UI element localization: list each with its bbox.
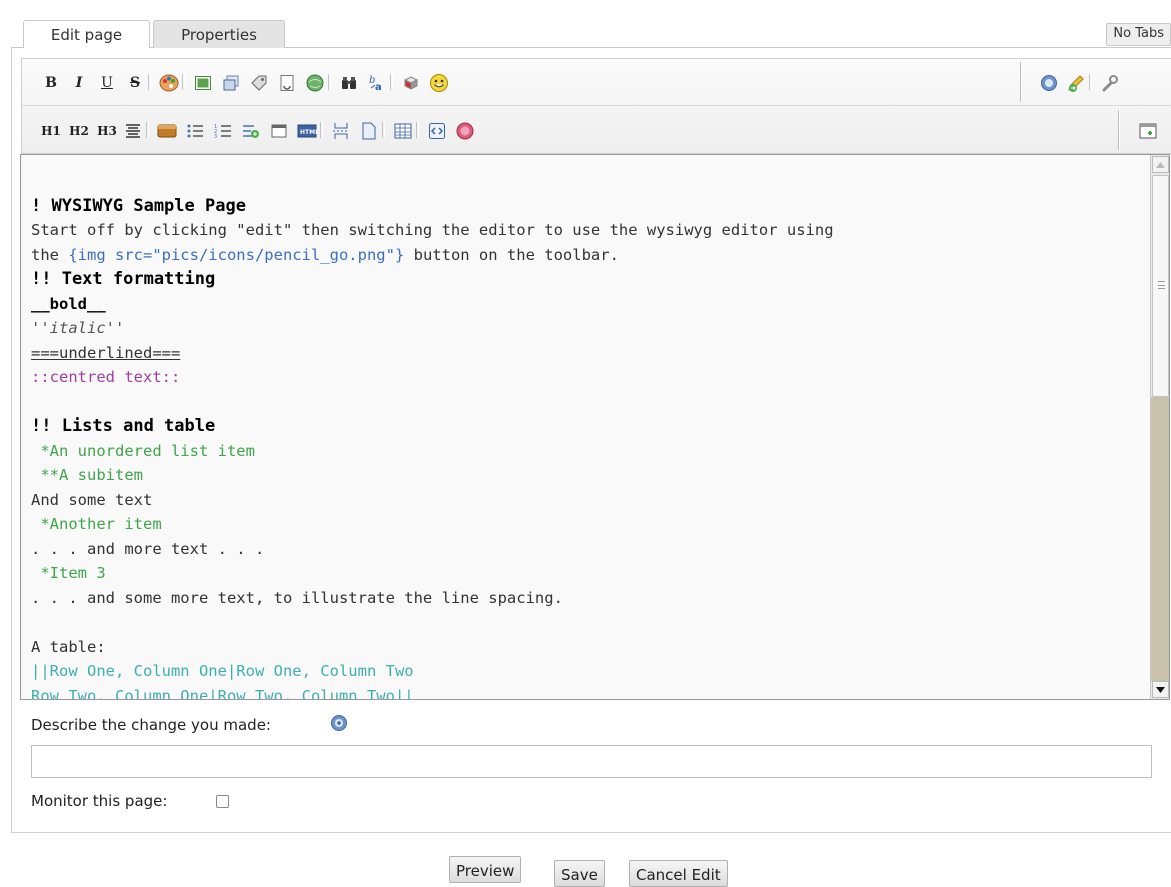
- editor-scrollbar[interactable]: [1150, 155, 1169, 699]
- tab-properties[interactable]: Properties: [153, 20, 285, 48]
- editor-line: __bold__: [31, 294, 106, 313]
- toolbar-row-2: H1 H2 H3 123 HTML: [22, 110, 1171, 150]
- toolbar-separator: [390, 74, 393, 90]
- svg-text:3: 3: [214, 134, 217, 139]
- toolbar-row-divider: [22, 105, 1171, 106]
- monitor-page-checkbox[interactable]: [216, 795, 229, 808]
- scroll-grip-icon: [1158, 281, 1165, 289]
- help-icon[interactable]: [1038, 72, 1060, 94]
- definition-list-icon[interactable]: [240, 120, 262, 142]
- describe-change-label: Describe the change you made:: [31, 716, 271, 734]
- scroll-down-button[interactable]: [1152, 681, 1169, 698]
- svg-text:HTML: HTML: [300, 129, 317, 136]
- heading3-button[interactable]: H3: [94, 120, 120, 142]
- editor-line: **A subitem: [31, 466, 143, 484]
- color-palette-icon[interactable]: [158, 72, 180, 94]
- editor-line: !! Text formatting: [31, 269, 216, 289]
- editor-line-link: {img src="pics/icons/pencil_go.png"}: [68, 245, 405, 264]
- scroll-thumb[interactable]: [1152, 175, 1169, 397]
- bullet-list-icon[interactable]: [184, 120, 206, 142]
- editor-line: *Item 3: [31, 564, 106, 582]
- toolbar-separator: [382, 122, 385, 138]
- toolbar-separator: [146, 122, 149, 138]
- wiki-text-editor[interactable]: ! WYSIWYG Sample Page Start off by click…: [20, 154, 1170, 700]
- editor-line: ! WYSIWYG Sample Page: [31, 195, 246, 216]
- toolbar-row-1: B I U S b a: [22, 62, 1171, 102]
- editor-line: *Another item: [31, 515, 162, 533]
- html-icon[interactable]: HTML: [296, 120, 318, 142]
- svg-text:a: a: [375, 82, 382, 92]
- editor-content[interactable]: ! WYSIWYG Sample Page Start off by click…: [31, 169, 1141, 700]
- dice-icon[interactable]: [400, 72, 422, 94]
- italic-button[interactable]: I: [68, 72, 90, 94]
- tab-edit-page[interactable]: Edit page: [23, 20, 150, 49]
- plugin-code-icon[interactable]: [426, 120, 448, 142]
- toolbar-separator: [148, 74, 151, 90]
- editor-line: button on the toolbar.: [404, 245, 619, 264]
- editor-line: ''italic'': [31, 319, 125, 337]
- toolbar-separator: [416, 122, 419, 138]
- wrench-icon[interactable]: [1099, 72, 1121, 94]
- maximize-icon[interactable]: [1137, 120, 1159, 142]
- toolbar-separator: [328, 74, 331, 90]
- box-icon[interactable]: [156, 120, 178, 142]
- arrow-up-icon: [1156, 161, 1165, 168]
- cancel-red-icon[interactable]: [454, 120, 476, 142]
- gallery-icon[interactable]: [220, 72, 242, 94]
- image-icon[interactable]: [192, 72, 214, 94]
- editor-toolbar: B I U S b a H1 H2 H3 1 2 3 HTM: [21, 58, 1171, 154]
- editor-line: ||Row One, Column One|Row One, Column Tw…: [31, 662, 414, 680]
- editor-line: !! Lists and table: [31, 416, 216, 436]
- table-icon[interactable]: [392, 120, 414, 142]
- tag-icon[interactable]: [248, 72, 270, 94]
- describe-change-input[interactable]: [31, 745, 1152, 778]
- editor-line: A table:: [31, 637, 106, 656]
- monitor-page-label: Monitor this page:: [31, 792, 168, 810]
- smiley-icon[interactable]: [428, 72, 450, 94]
- editor-line: And some text: [31, 490, 153, 509]
- find-binoculars-icon[interactable]: [338, 72, 360, 94]
- editor-line: the: [31, 245, 69, 264]
- toolbar-separator: [182, 74, 185, 90]
- scroll-up-button[interactable]: [1152, 156, 1169, 173]
- arrow-down-icon: [1156, 686, 1165, 693]
- editor-line: Start off by clicking "edit" then switch…: [31, 221, 834, 239]
- editor-line: *An unordered list item: [31, 441, 255, 460]
- help-icon[interactable]: [330, 714, 348, 736]
- underline-button[interactable]: U: [96, 72, 118, 94]
- editor-line: Row Two, Column One|Row Two, Column Two|…: [31, 686, 414, 700]
- pencil-go-icon[interactable]: [1065, 72, 1087, 94]
- toolbar-separator: [1089, 74, 1092, 90]
- page-icon[interactable]: [358, 120, 380, 142]
- editor-line: . . . and some more text, to illustrate …: [31, 588, 563, 607]
- preview-button[interactable]: Preview: [449, 856, 522, 883]
- heading1-button[interactable]: H1: [38, 120, 64, 142]
- page-break-icon[interactable]: [330, 120, 352, 142]
- window-icon[interactable]: [268, 120, 290, 142]
- bold-button[interactable]: B: [40, 72, 62, 94]
- numbered-list-icon[interactable]: 123: [212, 120, 234, 142]
- align-center-icon[interactable]: [122, 120, 144, 142]
- attachment-icon[interactable]: [276, 72, 298, 94]
- editor-line: ===underlined===: [31, 343, 181, 362]
- no-tabs-button[interactable]: No Tabs: [1106, 23, 1171, 46]
- globe-link-icon[interactable]: [304, 72, 326, 94]
- heading2-button[interactable]: H2: [66, 120, 92, 142]
- toolbar-group-divider: [1118, 110, 1120, 150]
- editor-line: . . . and more text . . .: [31, 539, 265, 558]
- editor-line: ::centred text::: [31, 368, 181, 386]
- replace-icon[interactable]: ba: [366, 72, 388, 94]
- toolbar-separator: [320, 122, 323, 138]
- tab-bar: Edit page Properties No Tabs: [11, 14, 1171, 49]
- scroll-track[interactable]: [1151, 397, 1169, 681]
- strikethrough-button[interactable]: S: [124, 72, 146, 94]
- toolbar-group-divider: [1020, 62, 1022, 102]
